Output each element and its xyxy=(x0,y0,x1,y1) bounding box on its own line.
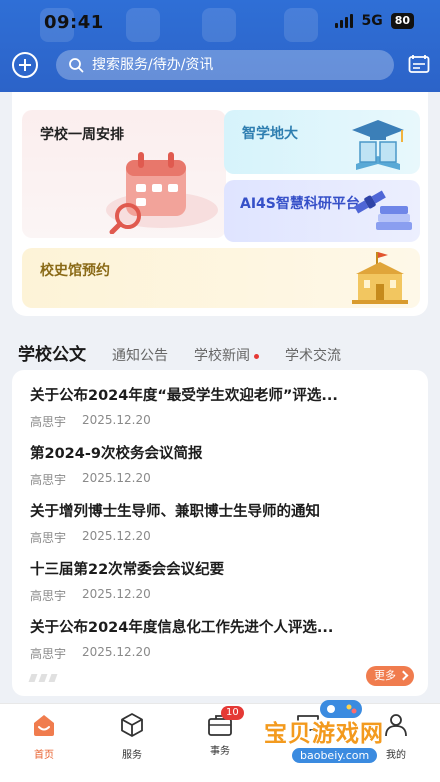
zhixue-tile[interactable]: 智学地大 xyxy=(224,110,420,174)
signal-icon xyxy=(335,14,354,28)
document-title: 关于公布2024年度“最受学生欢迎老师”评选... xyxy=(30,388,338,404)
site-watermark: 宝贝游戏网 baobeiy.com xyxy=(262,694,440,780)
unread-dot xyxy=(254,353,259,359)
search-input[interactable] xyxy=(92,57,372,73)
document-date: 2025.12.20 xyxy=(82,587,151,601)
header-bar: 09:41 5G 80 xyxy=(0,0,440,92)
nav-service-label: 服务 xyxy=(122,750,142,761)
tab-school-news-label: 学校新闻 xyxy=(194,348,250,364)
ai4s-label: AI4S智慧科研平台 xyxy=(240,196,360,212)
status-time: 09:41 xyxy=(44,12,104,33)
document-item[interactable]: 关于公布2024年度信息化工作先进个人评选... 高思宇 2025.12.20 xyxy=(30,616,414,662)
watermark-url: baobeiy.com xyxy=(292,748,378,763)
document-list-card: 关于公布2024年度“最受学生欢迎老师”评选... 高思宇 2025.12.20 … xyxy=(12,370,428,696)
quick-access-card: 学校一周安排 智学地大 AI4S智慧科研平台 校史馆预约 xyxy=(12,92,428,316)
add-button[interactable] xyxy=(12,52,38,78)
search-icon xyxy=(69,58,84,73)
nav-home-label: 首页 xyxy=(34,750,54,761)
watermark-text: 宝贝游戏网 xyxy=(264,721,384,747)
document-author: 高思宇 xyxy=(30,647,67,661)
document-author: 高思宇 xyxy=(30,531,67,545)
tab-notices[interactable]: 通知公告 xyxy=(112,345,168,365)
nav-affairs[interactable]: 10 事务 xyxy=(190,706,250,757)
nav-affairs-label: 事务 xyxy=(210,746,230,757)
document-title: 第2024-9次校务会议简报 xyxy=(30,446,203,462)
briefcase-icon: 10 xyxy=(207,706,244,738)
nav-home[interactable]: 首页 xyxy=(14,712,74,761)
home-icon xyxy=(34,715,54,736)
decorative-stripes xyxy=(28,674,58,682)
museum-label: 校史馆预约 xyxy=(40,263,110,279)
week-schedule-label: 学校一周安排 xyxy=(40,127,124,143)
network-type: 5G xyxy=(361,13,383,29)
status-bar: 09:41 5G 80 xyxy=(0,0,440,40)
document-item[interactable]: 关于增列博士生导师、兼职博士生导师的通知 高思宇 2025.12.20 xyxy=(30,500,414,546)
document-item[interactable]: 第2024-9次校务会议简报 高思宇 2025.12.20 xyxy=(30,442,414,488)
calendar-icon xyxy=(106,152,218,234)
battery-level: 80 xyxy=(390,13,414,29)
document-author: 高思宇 xyxy=(30,473,67,487)
document-date: 2025.12.20 xyxy=(82,471,151,485)
document-item[interactable]: 十三届第22次常委会会议纪要 高思宇 2025.12.20 xyxy=(30,558,414,604)
tab-academic[interactable]: 学术交流 xyxy=(285,345,341,365)
tab-school-news[interactable]: 学校新闻 xyxy=(194,345,259,365)
nav-service[interactable]: 服务 xyxy=(102,712,162,761)
document-title: 关于增列博士生导师、兼职博士生导师的通知 xyxy=(30,504,320,520)
search-bar[interactable] xyxy=(56,50,394,80)
affairs-badge: 10 xyxy=(221,706,244,720)
satellite-books-icon xyxy=(354,190,412,230)
document-title: 关于公布2024年度信息化工作先进个人评选... xyxy=(30,620,334,636)
more-button[interactable]: 更多 xyxy=(366,666,414,686)
document-author: 高思宇 xyxy=(30,589,67,603)
scan-icon[interactable] xyxy=(408,54,430,74)
document-date: 2025.12.20 xyxy=(82,413,151,427)
document-item[interactable]: 关于公布2024年度“最受学生欢迎老师”评选... 高思宇 2025.12.20 xyxy=(30,384,414,430)
document-tabs: 学校公文 通知公告 学校新闻 学术交流 xyxy=(18,340,367,365)
document-date: 2025.12.20 xyxy=(82,645,151,659)
document-author: 高思宇 xyxy=(30,415,67,429)
section-title-documents[interactable]: 学校公文 xyxy=(18,340,86,365)
museum-tile[interactable]: 校史馆预约 xyxy=(22,248,420,308)
zhixue-label: 智学地大 xyxy=(242,126,298,142)
graduation-book-icon xyxy=(352,120,404,170)
document-date: 2025.12.20 xyxy=(82,529,151,543)
document-title: 十三届第22次常委会会议纪要 xyxy=(30,562,225,578)
week-schedule-tile[interactable]: 学校一周安排 xyxy=(22,110,226,238)
ai4s-tile[interactable]: AI4S智慧科研平台 xyxy=(224,180,420,242)
museum-building-icon xyxy=(352,252,408,304)
cube-icon xyxy=(121,713,143,737)
